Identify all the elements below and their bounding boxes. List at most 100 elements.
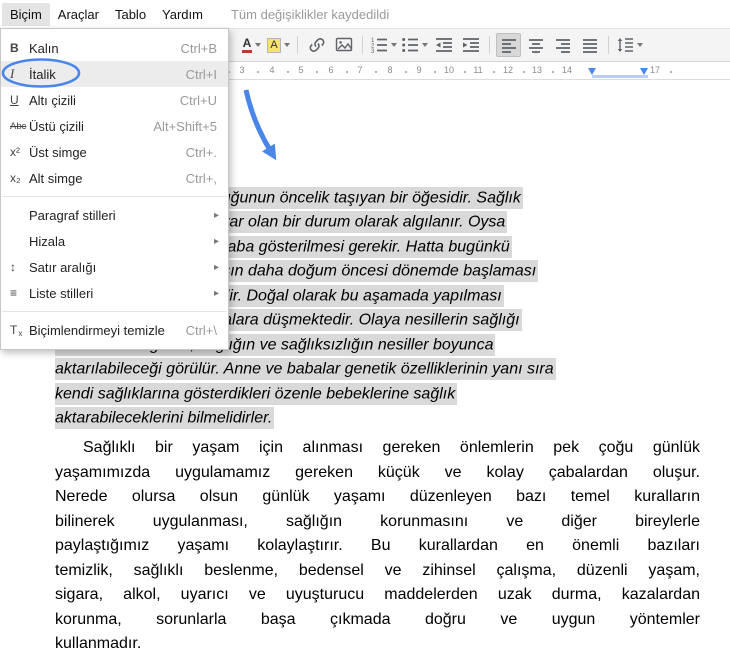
- line-spacing-icon: [617, 38, 633, 52]
- align-right-icon: [555, 39, 570, 53]
- app-window: Biçim Araçlar Tablo Yardım Tüm değişikli…: [0, 0, 730, 661]
- text-line[interactable]: paylaştığımız yaşamı kolaylaştırır. Bu k…: [55, 534, 700, 559]
- format-menu-dropdown: B Kalın Ctrl+B I İtalik Ctrl+I U Altı çi…: [0, 28, 229, 350]
- align-right-button[interactable]: [550, 33, 575, 57]
- annotation-arrow: [243, 89, 277, 161]
- menubar-item-tablo[interactable]: Tablo: [107, 3, 154, 26]
- toolbar-separator: [608, 36, 609, 54]
- menu-item-label: Satır aralığı: [29, 259, 97, 275]
- numbered-list-icon: 1 2 3: [371, 38, 387, 53]
- text-line[interactable]: Sağlıklı bir yaşam için alınması gereken…: [55, 436, 700, 461]
- text-line[interactable]: sigara, alkol, uyarıcı ve uyuşturucu mad…: [55, 583, 700, 608]
- dropdown-caret-icon: [255, 43, 262, 47]
- text-line[interactable]: bilinerek uygulanması, sağlığın korunmas…: [55, 510, 700, 535]
- image-icon: [335, 37, 352, 52]
- ruler-tick: [375, 71, 377, 73]
- menu-shortcut: Ctrl+.: [185, 144, 217, 160]
- save-status: Tüm değişiklikler kaydedildi: [230, 6, 390, 22]
- bulleted-list-button[interactable]: [400, 33, 429, 57]
- decrease-indent-button[interactable]: [431, 33, 456, 57]
- ruler-indent-marker[interactable]: [588, 68, 596, 75]
- text-line[interactable]: yaşamımızda uygulamamız gereken küçük ve…: [55, 461, 700, 486]
- toolbar-separator: [489, 36, 490, 54]
- selected-text[interactable]: aktarılabileceği görülür. Anne ve babala…: [55, 358, 556, 380]
- menu-item-paragraf-stilleri[interactable]: Paragraf stilleri: [1, 202, 228, 228]
- menu-separator: [2, 311, 227, 312]
- align-left-button[interactable]: [496, 33, 521, 57]
- align-justify-button[interactable]: [577, 33, 602, 57]
- menu-item-label: Üstü çizili: [29, 118, 84, 134]
- increase-indent-button[interactable]: [458, 33, 483, 57]
- menu-item-label: Altı çizili: [29, 92, 76, 108]
- menu-item-label: İtalik: [29, 66, 56, 82]
- menu-item-kalin[interactable]: B Kalın Ctrl+B: [1, 35, 228, 61]
- ruler-number: 12: [502, 65, 514, 75]
- ruler-indent-range: [592, 75, 648, 78]
- ruler-number: 11: [473, 65, 483, 75]
- strikethrough-icon: Abc: [10, 120, 27, 132]
- menu-item-liste-stilleri[interactable]: ≡ Liste stilleri: [1, 280, 228, 306]
- highlight-color-button[interactable]: A: [266, 33, 291, 57]
- ruler-tick: [434, 71, 436, 73]
- dropdown-caret-icon: [391, 43, 397, 47]
- ruler-tick: [523, 71, 525, 73]
- ruler-tick: [287, 71, 289, 73]
- menu-item-alti-cizili[interactable]: U Altı çizili Ctrl+U: [1, 87, 228, 113]
- dropdown-caret-icon: [422, 43, 428, 47]
- menubar-item-araclar[interactable]: Araçlar: [50, 3, 107, 26]
- submenu-arrow-icon: [214, 262, 228, 273]
- ruler-tick: [493, 71, 495, 73]
- highlight-color-icon: A: [267, 37, 281, 53]
- line-spacing-icon: ↕: [10, 260, 16, 274]
- ruler-number: 3: [239, 65, 245, 75]
- menu-item-label: Liste stilleri: [29, 285, 94, 301]
- menubar-item-yardim[interactable]: Yardım: [154, 3, 211, 26]
- selected-text[interactable]: kendi sağlıklarına gösterdikleri özenle …: [55, 382, 458, 405]
- list-styles-icon: ≡: [10, 286, 18, 300]
- submenu-arrow-icon: [214, 210, 228, 221]
- numbered-list-button[interactable]: 1 2 3: [369, 33, 398, 57]
- menu-item-alt-simge[interactable]: x₂ Alt simge Ctrl+,: [1, 165, 228, 191]
- ruler-tick: [346, 71, 348, 73]
- ruler-margin-marker[interactable]: [640, 68, 648, 75]
- menu-item-bicimlendirmeyi-temizle[interactable]: T Biçimlendirmeyi temizle Ctrl+\: [1, 317, 228, 343]
- text-line[interactable]: korunma, sorunlarla başa çıkmada doğru v…: [55, 608, 700, 633]
- align-center-button[interactable]: [523, 33, 548, 57]
- menu-separator: [2, 196, 227, 197]
- menu-shortcut: Ctrl+\: [185, 322, 217, 338]
- submenu-arrow-icon: [214, 288, 228, 299]
- menu-item-italik[interactable]: I İtalik Ctrl+I: [1, 61, 228, 87]
- text-line[interactable]: kullanmadır.: [55, 632, 700, 657]
- text-color-button[interactable]: A: [239, 33, 264, 57]
- submenu-arrow-icon: [214, 236, 228, 247]
- ruler-tick: [552, 71, 554, 73]
- menu-item-ustu-cizili[interactable]: Abc Üstü çizili Alt+Shift+5: [1, 113, 228, 139]
- text-line: kendi sağlıklarına gösterdikleri özenle …: [55, 382, 700, 407]
- text-line[interactable]: Nerede olursa olsun günlük yaşamı düzenl…: [55, 485, 700, 510]
- menubar-item-bicim[interactable]: Biçim: [2, 2, 50, 26]
- text-line[interactable]: temizlik, sağlıklı beslenme, bedensel ve…: [55, 559, 700, 584]
- menu-item-label: Paragraf stilleri: [29, 207, 116, 223]
- menu-item-label: Alt simge: [29, 170, 83, 186]
- ruler-tick: [670, 71, 672, 73]
- line-spacing-button[interactable]: [615, 33, 644, 57]
- menu-item-label: Hizala: [29, 233, 66, 249]
- menu-item-satir-araligi[interactable]: ↕ Satır aralığı: [1, 254, 228, 280]
- link-icon: [309, 38, 324, 52]
- toolbar-separator: [362, 36, 363, 54]
- insert-link-button[interactable]: [304, 33, 329, 57]
- insert-image-button[interactable]: [331, 33, 356, 57]
- menu-item-ust-simge[interactable]: x² Üst simge Ctrl+.: [1, 139, 228, 165]
- ruler-number: 14: [561, 65, 573, 75]
- dropdown-caret-icon: [637, 43, 643, 47]
- selected-text[interactable]: aktarabileceklerini bilmelidirler.: [55, 407, 275, 429]
- menu-item-label: Kalın: [29, 40, 59, 56]
- text-line: aktarılabileceği görülür. Anne ve babala…: [55, 358, 700, 383]
- increase-indent-icon: [462, 38, 479, 52]
- ruler-number: 17: [649, 65, 661, 75]
- menu-item-hizala[interactable]: Hizala: [1, 228, 228, 254]
- menu-shortcut: Ctrl+B: [180, 40, 217, 56]
- decrease-indent-icon: [435, 38, 452, 52]
- bulleted-list-icon: [402, 38, 418, 52]
- menu-shortcut: Alt+Shift+5: [153, 118, 217, 134]
